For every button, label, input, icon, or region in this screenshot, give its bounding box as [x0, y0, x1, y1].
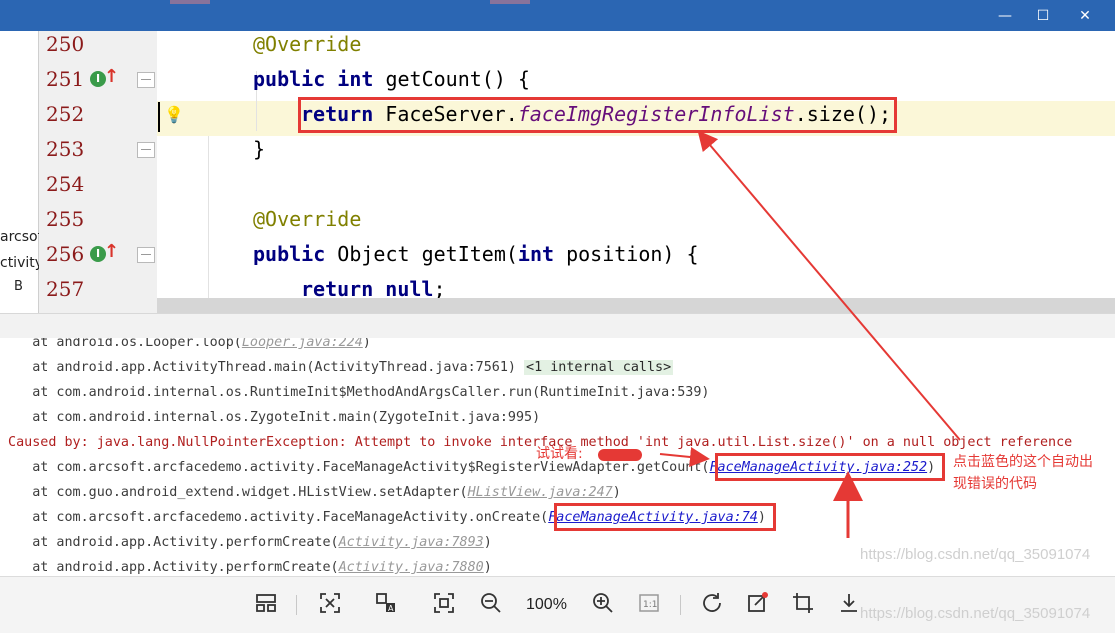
line-number: 257: [46, 277, 85, 301]
log-line: at android.app.ActivityThread.main(Activ…: [0, 360, 674, 375]
maximize-button[interactable]: ☐: [1032, 5, 1054, 27]
close-button[interactable]: ✕: [1074, 5, 1096, 27]
override-arrow-icon[interactable]: ↑: [104, 66, 119, 88]
edit-icon[interactable]: [744, 591, 772, 619]
internal-calls-badge[interactable]: <1 internal calls>: [524, 360, 674, 375]
stack-link[interactable]: Activity.java:7893: [339, 535, 484, 550]
fold-marker-icon[interactable]: [137, 142, 155, 158]
watermark-text: https://blog.csdn.net/qq_35091074: [860, 546, 1091, 563]
svg-text:A: A: [388, 604, 394, 613]
override-arrow-icon[interactable]: ↑: [104, 241, 119, 263]
code-text: @Override: [253, 207, 362, 231]
minimize-button[interactable]: —: [994, 5, 1016, 27]
lightbulb-icon[interactable]: 💡: [164, 105, 184, 124]
viewer-toolbar: A 100% 1:1 https://blog.csdn.net/qq_3509…: [0, 576, 1115, 633]
highlight-box-link-252: [715, 453, 945, 481]
redacted-scribble: [598, 449, 642, 461]
zoom-in-icon[interactable]: [589, 591, 617, 619]
code-text: @Override: [253, 32, 362, 56]
line-number: 253: [46, 137, 85, 161]
rotate-icon[interactable]: [698, 591, 726, 619]
toolbar-separator: [296, 595, 297, 615]
code-text: }: [253, 137, 266, 161]
code-line-250: 250 @Override: [0, 31, 1115, 62]
stack-link[interactable]: Looper.java:224: [242, 338, 363, 350]
annotation-try-label: 试试看:: [536, 446, 583, 462]
code-line-256: 256 I ↑ public Object getItem(int positi…: [0, 237, 1115, 272]
line-number: 251: [46, 67, 85, 91]
window-title-bar: — ☐ ✕: [0, 0, 1115, 31]
translate-icon[interactable]: A: [372, 591, 400, 619]
code-line-253: 253 }: [0, 132, 1115, 167]
horizontal-scrollbar[interactable]: [157, 298, 1115, 313]
code-line-255: 255 @Override: [0, 202, 1115, 237]
actual-size-icon[interactable]: 1:1: [635, 591, 663, 619]
crop-frame-icon[interactable]: [430, 591, 458, 619]
code-text: public Object getItem(int position) {: [253, 242, 699, 266]
toolbar-separator: [680, 595, 681, 615]
download-icon[interactable]: [835, 591, 863, 619]
code-editor[interactable]: arcsof ctivity B 250 @Override 251 I ↑ p…: [0, 31, 1115, 313]
line-number: 252: [46, 102, 85, 126]
fit-icon[interactable]: [316, 591, 344, 619]
code-line-254: 254: [0, 167, 1115, 202]
log-line: at com.guo.android_extend.widget.HListVi…: [0, 485, 621, 500]
line-number: 250: [46, 32, 85, 56]
fold-marker-icon[interactable]: [137, 72, 155, 88]
zoom-level: 100%: [526, 596, 567, 613]
log-line: at com.android.internal.os.RuntimeInit$M…: [0, 385, 710, 400]
title-decoration: [490, 0, 530, 4]
title-decoration: [170, 0, 210, 4]
highlight-box-link-74: [554, 503, 776, 531]
log-line: at android.os.Looper.loop(Looper.java:22…: [0, 338, 1115, 355]
log-line: at com.android.internal.os.ZygoteInit.ma…: [0, 410, 541, 425]
zoom-out-icon[interactable]: [477, 591, 505, 619]
fold-marker-icon[interactable]: [137, 247, 155, 263]
code-text: public int getCount() {: [253, 67, 530, 91]
line-number: 255: [46, 207, 85, 231]
crop-icon[interactable]: [789, 591, 817, 619]
stack-link[interactable]: Activity.java:7880: [339, 560, 484, 575]
panel-splitter[interactable]: [0, 313, 1115, 340]
layout-icon[interactable]: [252, 591, 280, 619]
highlight-box-code: [298, 97, 897, 133]
code-line-251: 251 I ↑ public int getCount() {: [0, 62, 1115, 97]
annotation-note-line2: 现错误的代码: [953, 476, 1037, 492]
line-number: 256: [46, 242, 85, 266]
svg-text:1:1: 1:1: [643, 600, 657, 610]
line-number: 254: [46, 172, 85, 196]
watermark-text: https://blog.csdn.net/qq_35091074: [860, 605, 1091, 622]
stack-link[interactable]: HListView.java:247: [468, 485, 613, 500]
annotation-note-line1: 点击蓝色的这个自动出: [953, 454, 1093, 470]
